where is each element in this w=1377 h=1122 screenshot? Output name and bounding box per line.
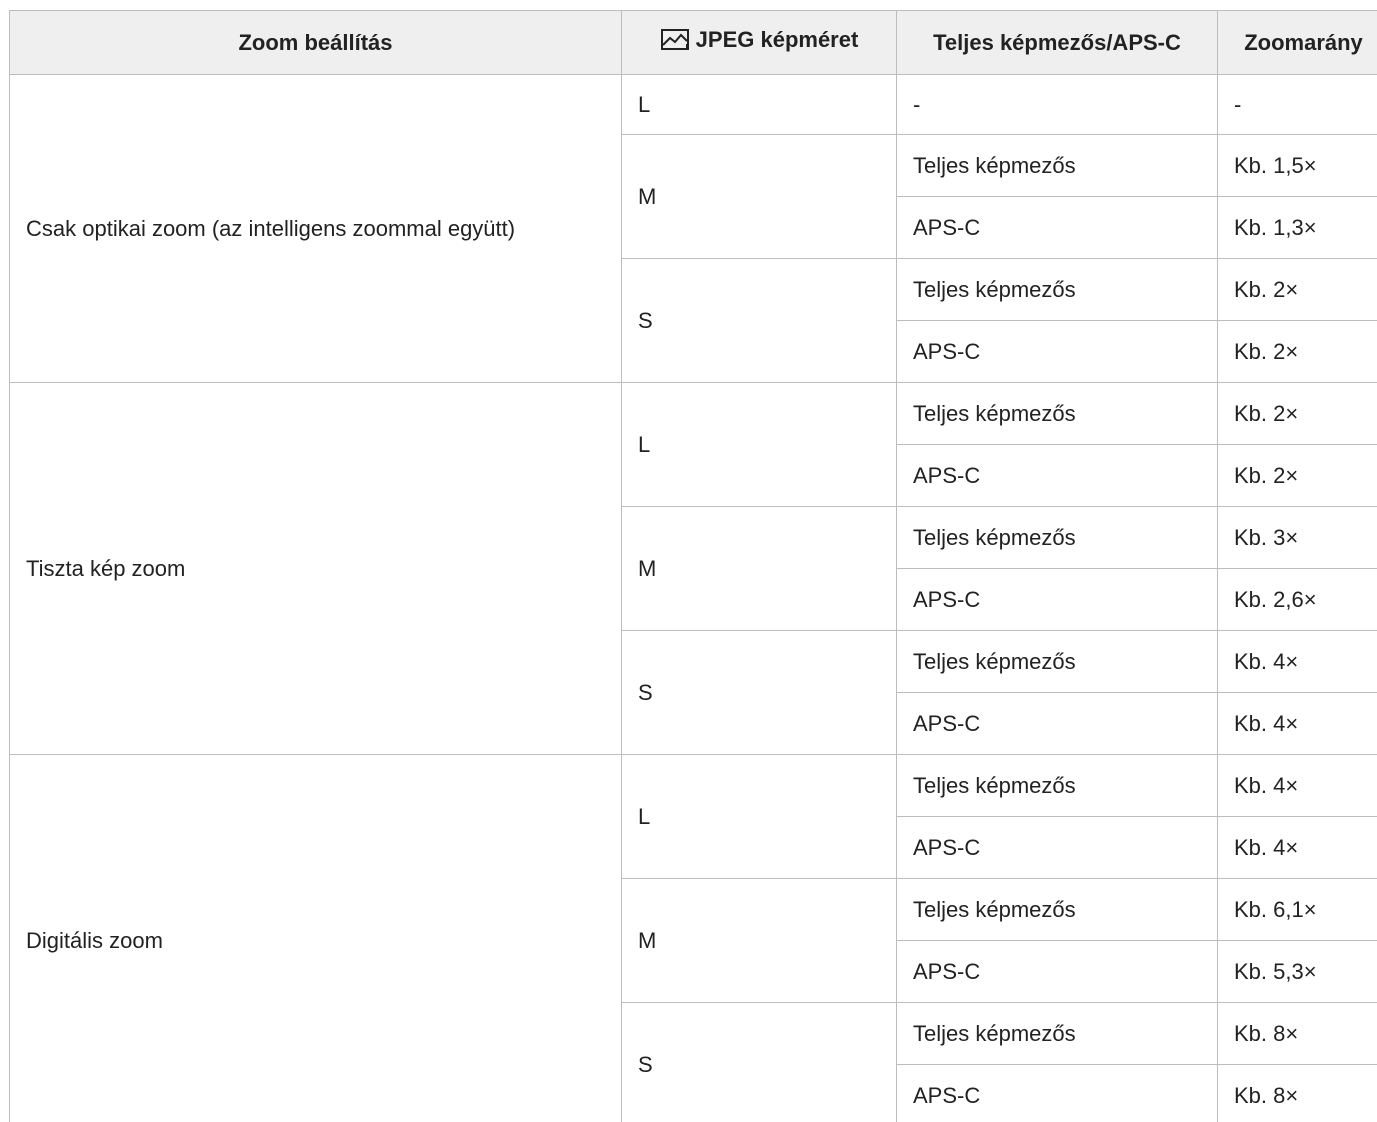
- header-jpeg-image-size: JPEG képméret: [621, 10, 897, 75]
- jpeg-image-size-icon: [660, 29, 689, 50]
- header-jpeg-image-size-label: JPEG képméret: [695, 27, 859, 52]
- zoom-ratio-cell: Kb. 4×: [1217, 692, 1377, 755]
- zoom-ratio-cell: Kb. 2,6×: [1217, 568, 1377, 631]
- frame-type-cell: Teljes képmezős: [896, 878, 1218, 941]
- frame-type-cell: Teljes képmezős: [896, 506, 1218, 569]
- frame-type-cell: APS-C: [896, 320, 1218, 383]
- zoom-ratio-cell: Kb. 2×: [1217, 444, 1377, 507]
- image-size-cell: L: [621, 382, 897, 507]
- zoom-setting-cell: Csak optikai zoom (az intelligens zoomma…: [9, 74, 622, 383]
- frame-type-cell: Teljes képmezős: [896, 382, 1218, 445]
- table-row: Csak optikai zoom (az intelligens zoomma…: [9, 74, 1377, 383]
- image-size-cell: M: [621, 134, 897, 259]
- image-size-cell: M: [621, 506, 897, 631]
- zoom-ratio-cell: Kb. 4×: [1217, 816, 1377, 879]
- zoom-ratio-cell: Kb. 3×: [1217, 506, 1377, 569]
- table-row: Tiszta kép zoom L Teljes képmezős Kb. 2×: [9, 382, 1377, 755]
- table-header-row: Zoom beállítás JPEG képméret Teljes képm…: [9, 10, 1377, 75]
- table-row: Digitális zoom L Teljes képmezős Kb. 4×: [9, 754, 1377, 1122]
- image-size-cell: S: [621, 258, 897, 383]
- zoom-ratio-cell: Kb. 6,1×: [1217, 878, 1377, 941]
- frame-type-cell: APS-C: [896, 816, 1218, 879]
- zoom-setting-cell: Digitális zoom: [9, 754, 622, 1122]
- zoom-ratio-cell: Kb. 8×: [1217, 1002, 1377, 1065]
- image-size-cell: S: [621, 1002, 897, 1122]
- zoom-ratio-cell: Kb. 1,3×: [1217, 196, 1377, 259]
- zoom-ratio-table: Zoom beállítás JPEG képméret Teljes képm…: [9, 10, 1377, 1122]
- header-zoom-ratio: Zoomarány: [1217, 10, 1377, 75]
- frame-type-cell: APS-C: [896, 692, 1218, 755]
- header-zoom-setting: Zoom beállítás: [9, 10, 622, 75]
- frame-type-cell: APS-C: [896, 568, 1218, 631]
- zoom-setting-cell: Tiszta kép zoom: [9, 382, 622, 755]
- frame-type-cell: Teljes képmezős: [896, 754, 1218, 817]
- frame-type-cell: APS-C: [896, 1064, 1218, 1122]
- frame-type-cell: Teljes képmezős: [896, 1002, 1218, 1065]
- table-body: Csak optikai zoom (az intelligens zoomma…: [9, 74, 1377, 1122]
- zoom-ratio-cell: Kb. 2×: [1217, 382, 1377, 445]
- zoom-ratio-cell: Kb. 4×: [1217, 630, 1377, 693]
- image-size-cell: S: [621, 630, 897, 755]
- frame-type-cell: APS-C: [896, 196, 1218, 259]
- zoom-ratio-cell: -: [1217, 74, 1377, 135]
- zoom-ratio-cell: Kb. 2×: [1217, 258, 1377, 321]
- frame-type-cell: Teljes képmezős: [896, 134, 1218, 197]
- frame-type-cell: APS-C: [896, 940, 1218, 1003]
- frame-type-cell: Teljes képmezős: [896, 630, 1218, 693]
- frame-type-cell: APS-C: [896, 444, 1218, 507]
- zoom-ratio-cell: Kb. 2×: [1217, 320, 1377, 383]
- zoom-ratio-cell: Kb. 4×: [1217, 754, 1377, 817]
- image-size-cell: L: [621, 754, 897, 879]
- zoom-ratio-cell: Kb. 8×: [1217, 1064, 1377, 1122]
- zoom-ratio-cell: Kb. 5,3×: [1217, 940, 1377, 1003]
- image-size-cell: M: [621, 878, 897, 1003]
- header-frame-type: Teljes képmezős/APS-C: [896, 10, 1218, 75]
- zoom-table-container: Zoom beállítás JPEG képméret Teljes képm…: [0, 0, 1377, 1122]
- image-size-cell: L: [621, 74, 897, 135]
- frame-type-cell: Teljes képmezős: [896, 258, 1218, 321]
- zoom-ratio-cell: Kb. 1,5×: [1217, 134, 1377, 197]
- frame-type-cell: -: [896, 74, 1218, 135]
